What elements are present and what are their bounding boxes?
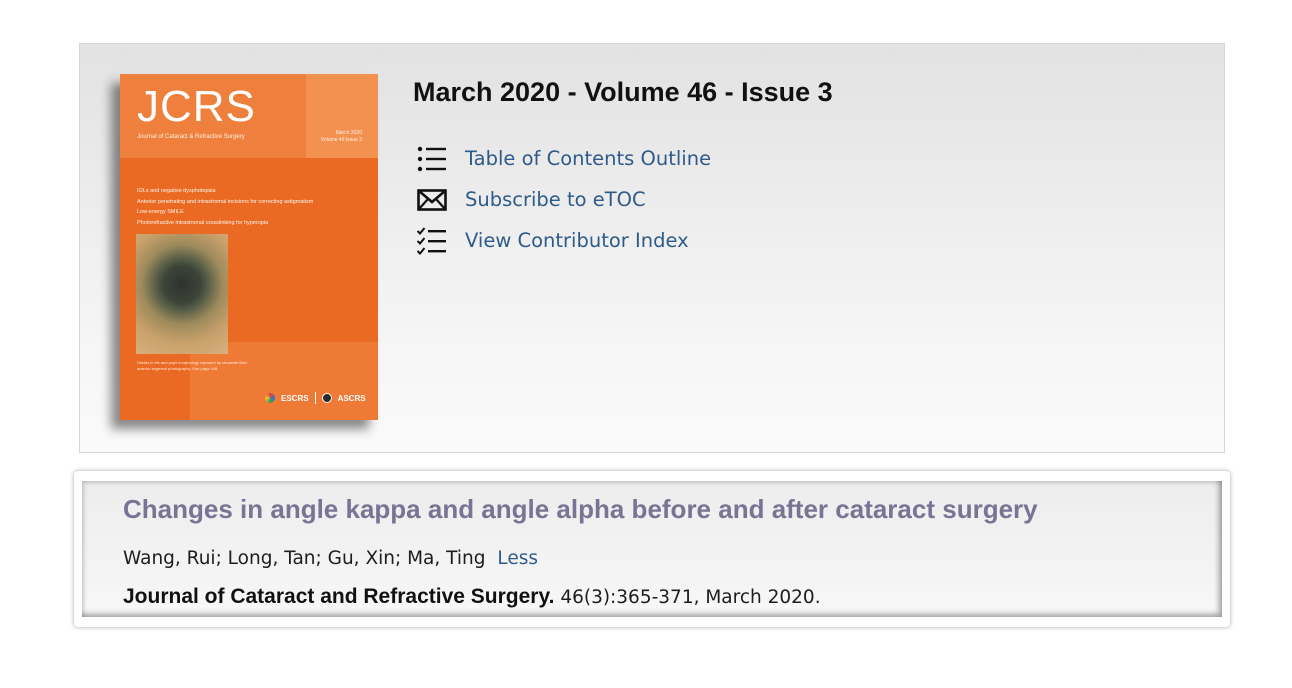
cover-caption: Details in iris and pupil morphology cap…	[137, 360, 247, 372]
logo-divider	[314, 392, 316, 404]
article-card: Changes in angle kappa and angle alpha b…	[74, 471, 1230, 627]
view-contributor-index-link[interactable]: View Contributor Index	[417, 220, 711, 261]
cover-logo: JCRS	[137, 82, 256, 131]
checklist-icon	[417, 226, 446, 255]
issue-panel: JCRS Journal of Cataract & Refractive Su…	[79, 43, 1225, 453]
journal-name: Journal of Cataract and Refractive Surge…	[123, 585, 555, 608]
cover-eye-photo	[136, 234, 228, 354]
cover-toc-line: Anterior penetrating and intrastromal in…	[137, 198, 314, 205]
view-contributor-index-label[interactable]: View Contributor Index	[465, 229, 689, 252]
article-title-link[interactable]: Changes in angle kappa and angle alpha b…	[123, 494, 1038, 525]
envelope-icon	[417, 188, 447, 211]
cover-toc-line: IOLs and negative dysphotopsia	[137, 188, 216, 194]
article-card-inner: Changes in angle kappa and angle alpha b…	[82, 481, 1222, 617]
cover-volume-line: Volume 46 Issue 3	[320, 137, 362, 143]
cover-header-accent	[306, 74, 378, 158]
table-of-contents-outline-label[interactable]: Table of Contents Outline	[465, 147, 711, 170]
subscribe-etoc-link[interactable]: Subscribe to eTOC	[417, 179, 711, 220]
cover-org-logos: ESCRS ASCRS	[265, 392, 366, 404]
escrs-logo-icon	[265, 393, 275, 403]
escrs-logo-text: ESCRS	[281, 393, 309, 403]
ascrs-logo-text: ASCRS	[337, 393, 366, 403]
cover-date-line: March 2020	[335, 130, 362, 136]
cover-caption-line: anterior segment photography. See page 4…	[137, 366, 219, 371]
authors-less-link[interactable]: Less	[497, 548, 538, 569]
cover-toc-line: Low-energy SMILE	[137, 209, 184, 215]
issue-links: Table of Contents Outline Subscribe to e…	[417, 138, 711, 261]
article-authors: Wang, Rui; Long, Tan; Gu, Xin; Ma, Ting …	[123, 548, 538, 569]
subscribe-etoc-label[interactable]: Subscribe to eTOC	[465, 188, 646, 211]
cover-subtitle: Journal of Cataract & Refractive Surgery	[137, 134, 245, 140]
citation-details: 46(3):365-371, March 2020.	[560, 587, 821, 608]
journal-cover-image[interactable]: JCRS Journal of Cataract & Refractive Su…	[120, 74, 378, 420]
ascrs-logo-icon	[321, 393, 332, 403]
cover-toc-list: IOLs and negative dysphotopsia Anterior …	[137, 186, 313, 228]
table-of-contents-outline-link[interactable]: Table of Contents Outline	[417, 138, 711, 179]
list-icon	[417, 146, 446, 171]
issue-title: March 2020 - Volume 46 - Issue 3	[413, 77, 833, 107]
cover-toc-line: Photorefractive intrastromal crosslinkin…	[137, 219, 269, 226]
author-list: Wang, Rui; Long, Tan; Gu, Xin; Ma, Ting	[123, 548, 486, 569]
cover-date: March 2020 Volume 46 Issue 3	[321, 130, 362, 144]
article-citation: Journal of Cataract and Refractive Surge…	[123, 585, 821, 609]
